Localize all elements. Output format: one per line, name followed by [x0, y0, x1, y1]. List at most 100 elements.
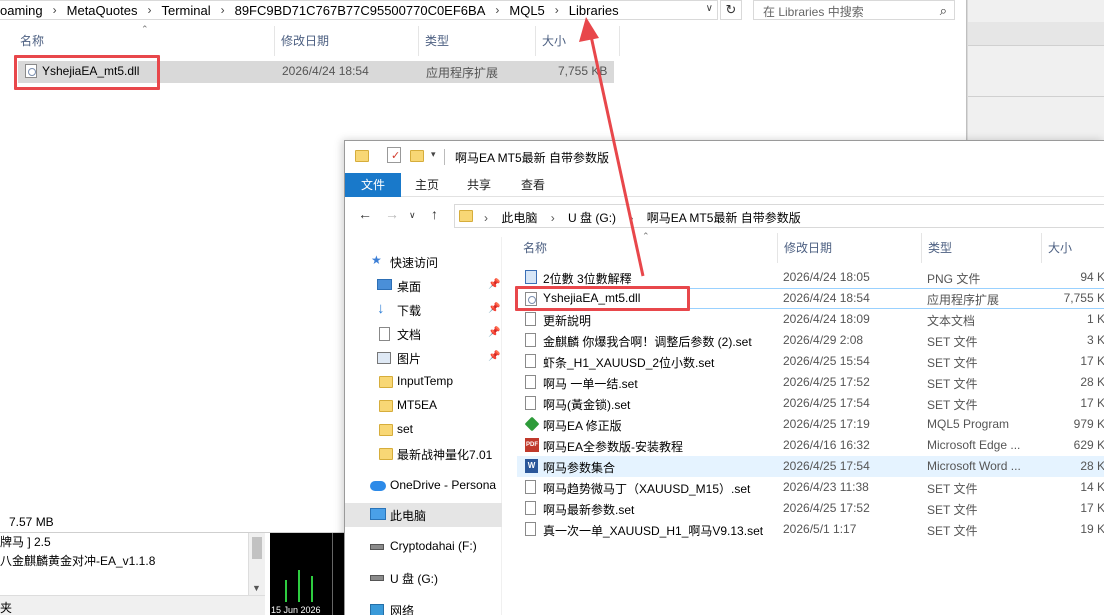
download-arrow-icon: ↓ [377, 300, 385, 317]
title-separator [444, 149, 445, 165]
customize-quick-access-icon[interactable]: ▾ [431, 149, 436, 160]
nav-desktop[interactable]: 桌面 📌 [345, 274, 502, 298]
breadcrumb-item[interactable]: oaming [0, 3, 48, 18]
scroll-down-icon[interactable]: ▼ [252, 583, 261, 593]
chevron-right-icon[interactable]: › [479, 211, 493, 225]
pin-icon[interactable]: 📌 [488, 327, 500, 338]
back-arrow-icon[interactable]: ← [358, 206, 372, 222]
address-bar[interactable]: › 此电脑 › U 盘 (G:) › 啊马EA MT5最新 自带参数版 [454, 204, 1104, 228]
pin-icon[interactable]: 📌 [488, 303, 500, 314]
file-type: MQL5 Program [927, 417, 1010, 431]
chevron-right-icon[interactable]: › [490, 3, 504, 17]
nav-folder-inputtemp[interactable]: InputTemp [345, 370, 502, 394]
nav-quick-access[interactable]: ★ 快速访问 [345, 250, 502, 274]
list-item[interactable]: 虾条_H1_XAUUSD_2位小数.set 2026/4/25 15:54 SE… [517, 351, 1104, 372]
nav-label: 快速访问 [390, 256, 439, 270]
forward-arrow-icon[interactable]: → [385, 206, 399, 222]
tab-home[interactable]: 主页 [407, 173, 447, 197]
chevron-right-icon[interactable]: › [624, 211, 638, 225]
nav-drive-f[interactable]: Cryptodahai (F:) [345, 535, 502, 559]
list-item[interactable]: 啊马 一单一结.set 2026/4/25 17:52 SET 文件 28 K [517, 372, 1104, 393]
breadcrumb-item[interactable]: Terminal [156, 3, 215, 18]
file-date: 2026/4/24 18:54 [783, 291, 870, 305]
scrollbar-thumb[interactable] [252, 537, 262, 559]
chevron-down-icon[interactable]: ∨ [706, 3, 713, 14]
column-header-date[interactable]: 修改日期 [778, 233, 922, 263]
nav-folder-set[interactable]: set [345, 418, 502, 442]
breadcrumb-item-current[interactable]: Libraries [564, 3, 624, 18]
file-type: 应用程序扩展 [927, 293, 1000, 307]
breadcrumb-item[interactable]: MQL5 [504, 3, 549, 18]
chevron-right-icon[interactable]: › [550, 3, 564, 17]
pin-icon[interactable]: 📌 [488, 279, 500, 290]
nav-downloads[interactable]: ↓ 下载 📌 [345, 298, 502, 322]
mt5-navigator-tab-label[interactable]: 夹 [0, 599, 12, 615]
chevron-right-icon[interactable]: › [48, 3, 62, 17]
set-file-icon [525, 375, 536, 389]
column-header-name[interactable]: 名称 [14, 26, 275, 56]
list-item[interactable]: 真一次一单_XAUUSD_H1_啊马V9.13.set 2026/5/1 1:1… [517, 519, 1104, 540]
mt5-navigator-item[interactable]: 八金麒麟黄金对冲-EA_v1.1.8 [0, 552, 155, 569]
file-name: 真一次一单_XAUUSD_H1_啊马V9.13.set [543, 524, 764, 538]
tab-file[interactable]: 文件 [345, 173, 401, 197]
tab-share[interactable]: 共享 [459, 173, 499, 197]
breadcrumb-item[interactable]: 89FC9BD71C767B77C95500770C0EF6BA [230, 3, 491, 18]
nav-documents[interactable]: 文档 📌 [345, 322, 502, 346]
drive-icon [370, 544, 384, 550]
breadcrumb-item[interactable]: 此电脑 [496, 211, 542, 225]
column-header-size[interactable]: 大小 [1042, 233, 1104, 263]
set-file-icon [525, 522, 536, 536]
search-input[interactable]: 在 Libraries 中搜索 ⌕ [753, 0, 955, 20]
nav-folder-mt5ea[interactable]: MT5EA [345, 394, 502, 418]
search-icon[interactable]: ⌕ [940, 3, 947, 19]
list-item[interactable]: PDF 啊马EA全参数版-安装教程 2026/4/16 16:32 Micros… [517, 435, 1104, 456]
file-size: 17 K [1080, 354, 1104, 368]
chevron-right-icon[interactable]: › [546, 211, 560, 225]
file-name: 2位數 3位數解釋 [543, 272, 632, 286]
list-item[interactable]: 啊马最新参数.set 2026/4/25 17:52 SET 文件 17 K [517, 498, 1104, 519]
pin-icon[interactable]: 📌 [488, 351, 500, 362]
nav-this-pc[interactable]: 此电脑 [345, 503, 502, 527]
column-header-type[interactable]: 类型 [419, 26, 536, 56]
nav-folder-latest[interactable]: 最新战神量化7.01 [345, 442, 502, 466]
column-header-date[interactable]: 修改日期 [275, 26, 419, 56]
list-item[interactable]: 金麒麟 你爆我合啊！调整后参数 (2).set 2026/4/29 2:08 S… [517, 330, 1104, 351]
list-item[interactable]: 啊马(黃金锁).set 2026/4/25 17:54 SET 文件 17 K [517, 393, 1104, 414]
file-date: 2026/4/16 16:32 [783, 438, 870, 452]
list-item[interactable]: 2位數 3位數解釋 2026/4/24 18:05 PNG 文件 94 K [517, 267, 1104, 288]
column-header-type[interactable]: 类型 [922, 233, 1042, 263]
mt5-navigator-scrollbar[interactable]: ▼ [248, 533, 265, 595]
column-header-name[interactable]: 名称 [517, 233, 778, 263]
file-size: 28 K [1080, 375, 1104, 389]
list-item[interactable]: 更新說明 2026/4/24 18:09 文本文档 1 K [517, 309, 1104, 330]
recent-locations-icon[interactable]: ∨ [409, 210, 416, 221]
nav-label: 最新战神量化7.01 [397, 448, 493, 462]
new-folder-icon[interactable] [410, 150, 424, 162]
chart-volume-bar [311, 576, 313, 602]
file-type: Microsoft Edge ... [927, 438, 1021, 452]
nav-network[interactable]: 网络 [345, 598, 502, 615]
file-name: 啊马趋势微马丁（XAUUSD_M15）.set [543, 482, 751, 496]
annotation-highlight-box [515, 286, 690, 311]
tab-view[interactable]: 查看 [513, 173, 553, 197]
nav-pictures[interactable]: 图片 📌 [345, 346, 502, 370]
list-item[interactable]: 啊马EA 修正版 2026/4/25 17:19 MQL5 Program 97… [517, 414, 1104, 435]
mt5-navigator-item[interactable]: 牌马 ] 2.5 [0, 533, 51, 550]
column-header-size[interactable]: 大小 [536, 26, 620, 56]
nav-onedrive[interactable]: OneDrive - Persona [345, 474, 502, 498]
refresh-icon[interactable]: ↻ [720, 0, 742, 20]
nav-drive-g[interactable]: U 盘 (G:) [345, 566, 502, 590]
breadcrumb-item[interactable]: U 盘 (G:) [563, 211, 621, 225]
address-bar[interactable]: oaming › MetaQuotes › Terminal › 89FC9BD… [0, 0, 718, 20]
folder-icon [379, 424, 393, 436]
file-type: PNG 文件 [927, 272, 981, 286]
chevron-right-icon[interactable]: › [142, 3, 156, 17]
list-item[interactable]: 啊马趋势微马丁（XAUUSD_M15）.set 2026/4/23 11:38 … [517, 477, 1104, 498]
breadcrumb-item-current[interactable]: 啊马EA MT5最新 自带参数版 [642, 211, 806, 225]
breadcrumb-item[interactable]: MetaQuotes [62, 3, 143, 18]
list-item-hovered[interactable]: W 啊马参数集合 2026/4/25 17:54 Microsoft Word … [517, 456, 1104, 477]
file-size: 17 K [1080, 396, 1104, 410]
column-headers: ⌃ 名称 修改日期 类型 大小 [0, 24, 630, 56]
chevron-right-icon[interactable]: › [216, 3, 230, 17]
up-arrow-icon[interactable]: ↑ [431, 206, 438, 222]
